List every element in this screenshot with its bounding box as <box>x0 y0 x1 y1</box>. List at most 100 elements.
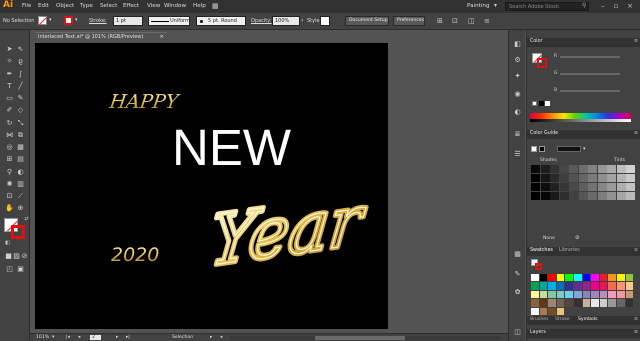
guide-color-cell[interactable] <box>588 165 597 173</box>
color-guide-header[interactable]: Color Guide ≡ <box>527 130 640 139</box>
new-text[interactable]: NEW <box>172 119 291 176</box>
swatch-cell[interactable] <box>539 290 548 299</box>
workspace-icon[interactable]: ▦ <box>212 2 219 10</box>
swatch-cell[interactable] <box>599 274 608 282</box>
artboard-number-field[interactable]: 2 <box>90 335 101 340</box>
guide-color-cell[interactable] <box>531 174 540 182</box>
swatch-cell[interactable] <box>599 299 608 307</box>
width-tool-icon[interactable]: ⋈ <box>5 131 14 140</box>
swatch-cell[interactable] <box>617 282 625 290</box>
guide-color-cell[interactable] <box>607 183 616 191</box>
brushes-tab[interactable]: Brushes <box>530 317 548 322</box>
scale-tool-icon[interactable]: ⤡ <box>16 119 25 128</box>
swatch-cell[interactable] <box>548 282 556 290</box>
swatch-cell[interactable] <box>548 307 556 315</box>
chevron-down-icon[interactable]: ▾ <box>494 2 497 9</box>
swatch-cell[interactable] <box>565 299 573 307</box>
workspace-switcher[interactable]: Painting <box>467 3 490 9</box>
swatch-cell[interactable] <box>539 299 548 307</box>
swatch-cell[interactable] <box>625 299 634 307</box>
swatch-cell[interactable] <box>591 299 599 307</box>
happy-text[interactable]: HAPPY <box>107 90 182 113</box>
guide-color-cell[interactable] <box>626 165 635 173</box>
swatch-cell[interactable] <box>556 307 565 315</box>
maximize-icon[interactable]: ▫ <box>611 2 621 11</box>
guide-color-cell[interactable] <box>559 183 569 191</box>
swatch-cell[interactable] <box>599 290 608 299</box>
guide-color-cell[interactable] <box>616 165 626 173</box>
guide-color-cell[interactable] <box>550 192 559 200</box>
hand-tool-icon[interactable]: ✋ <box>5 204 14 213</box>
selection-tool-icon[interactable]: ➤ <box>5 45 14 54</box>
swatch-cell[interactable] <box>591 282 599 290</box>
guide-color-cell[interactable] <box>626 183 635 191</box>
guide-color-cell[interactable] <box>569 192 578 200</box>
curvature-tool-icon[interactable]: ∫ <box>16 70 25 79</box>
white-swatch[interactable] <box>545 101 550 106</box>
swatch-cell[interactable] <box>608 299 616 307</box>
swatch-cell[interactable] <box>556 282 565 290</box>
guide-color-cell[interactable] <box>597 174 607 182</box>
graph-tool-icon[interactable]: ▥ <box>16 180 25 189</box>
libraries-tab[interactable]: Libraries <box>559 248 580 253</box>
next-artboard-icon[interactable]: ▸ <box>116 335 118 340</box>
swatch-cell[interactable] <box>591 290 599 299</box>
guide-color-cell[interactable] <box>569 174 578 182</box>
guide-color-cell[interactable] <box>588 183 597 191</box>
stroke-label[interactable]: Stroke: <box>89 18 107 24</box>
guide-panel-icon[interactable]: ≣ <box>513 130 522 139</box>
swatch-cell[interactable] <box>565 282 573 290</box>
guide-color-cell[interactable] <box>550 165 559 173</box>
layers-panel-icon[interactable]: ◫ <box>513 328 522 337</box>
guide-color-cell[interactable] <box>616 192 626 200</box>
swatch-cell[interactable] <box>617 290 625 299</box>
swatch-cell[interactable] <box>548 299 556 307</box>
swap-fill-stroke-icon[interactable]: ⇄ <box>22 215 31 224</box>
fill-swatch[interactable] <box>38 16 47 26</box>
shape-builder-tool-icon[interactable]: ◎ <box>5 143 14 152</box>
swatch-cell[interactable] <box>548 274 556 282</box>
close-tab-icon[interactable]: × <box>159 34 164 40</box>
menu-window[interactable]: Window <box>164 3 186 9</box>
free-transform-tool-icon[interactable]: ⧉ <box>16 131 25 140</box>
mesh-tool-icon[interactable]: ⊞ <box>5 155 14 164</box>
guide-color-cell[interactable] <box>616 174 626 182</box>
swatch-cell[interactable] <box>556 290 565 299</box>
horizontal-scrollbar[interactable] <box>230 336 500 340</box>
rectangle-tool-icon[interactable]: ▭ <box>5 94 14 103</box>
guide-color-cell[interactable] <box>597 183 607 191</box>
close-icon[interactable]: × <box>625 2 635 11</box>
swatch-cell[interactable] <box>565 274 573 282</box>
guide-color-cell[interactable] <box>626 192 635 200</box>
guide-color-cell[interactable] <box>588 192 597 200</box>
opacity-arrow-icon[interactable]: › <box>301 17 303 24</box>
zoom-dropdown-icon[interactable]: ▾ <box>52 335 54 340</box>
appearance-panel-icon[interactable]: ✦ <box>513 72 522 81</box>
swatches-panel-icon[interactable]: ▦ <box>513 250 522 259</box>
menu-help[interactable]: Help <box>193 3 206 9</box>
rotate-tool-icon[interactable]: ↻ <box>5 119 14 128</box>
swatch-cell[interactable] <box>556 299 565 307</box>
swatch-cell[interactable] <box>574 290 582 299</box>
last-artboard-icon[interactable]: ▸| <box>126 335 130 340</box>
brushes-menu-icon[interactable]: ≡ <box>634 317 638 322</box>
swatch-cell[interactable] <box>599 282 608 290</box>
opacity-label[interactable]: Opacity: <box>251 18 272 24</box>
brush-definition[interactable]: 5 pt. Round <box>196 16 246 26</box>
panel-menu-icon[interactable]: ≡ <box>484 17 490 25</box>
guide-color-cell[interactable] <box>578 183 588 191</box>
year-script-highlight[interactable]: Year <box>206 179 370 283</box>
swatch-cell[interactable] <box>531 274 539 282</box>
swatch-cell[interactable] <box>539 282 548 290</box>
guide-color-cell[interactable] <box>578 192 588 200</box>
fill-dropdown-icon[interactable]: ▾ <box>49 17 52 23</box>
year-number-text[interactable]: 2020 <box>111 244 159 266</box>
status-arrow-icon[interactable]: ▸ <box>210 335 212 340</box>
guide-color-cell[interactable] <box>540 174 550 182</box>
guide-base-swatch-1[interactable] <box>531 146 537 152</box>
guide-color-cell[interactable] <box>588 174 597 182</box>
menu-object[interactable]: Object <box>56 3 74 9</box>
eyedropper-tool-icon[interactable]: ⚲ <box>5 168 14 177</box>
swatch-cell[interactable] <box>539 307 548 315</box>
color-panel-menu-icon[interactable]: ≡ <box>634 39 638 44</box>
